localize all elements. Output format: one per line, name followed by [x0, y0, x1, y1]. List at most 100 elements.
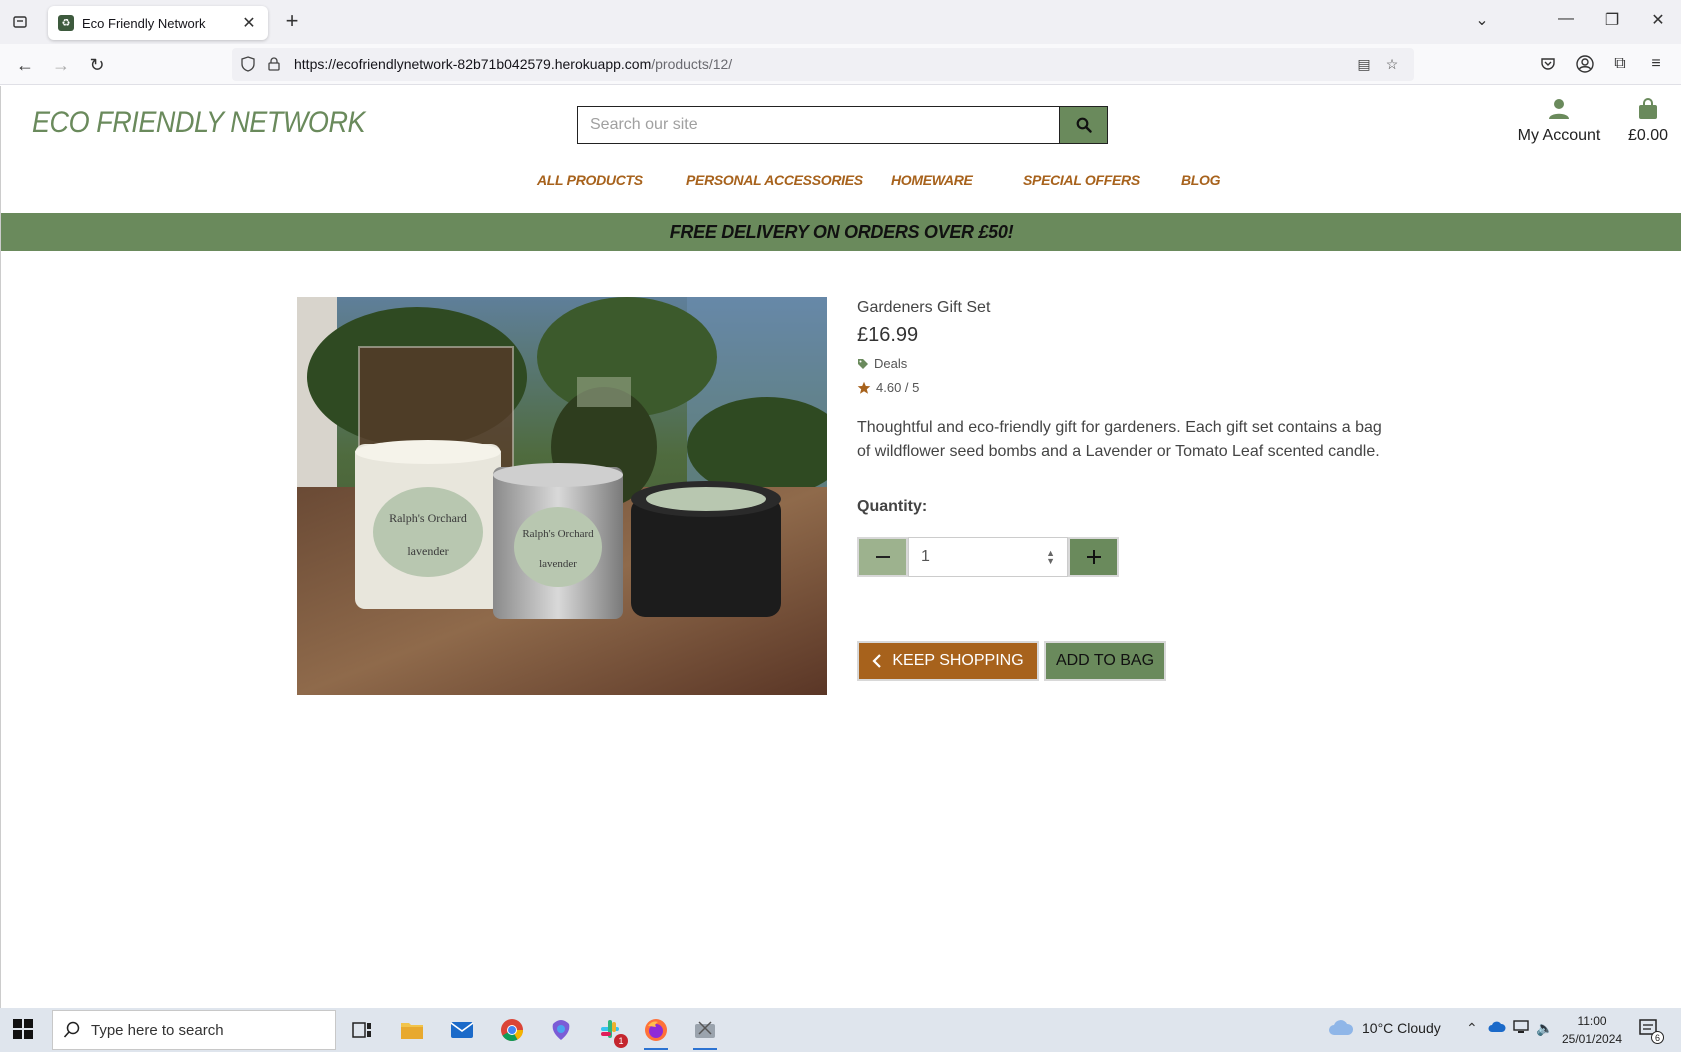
product-description: Thoughtful and eco-friendly gift for gar…	[857, 419, 1382, 460]
taskbar: Type here to search 1 10°C Cloudy ⌃ 🔈 11…	[0, 1008, 1681, 1052]
slack-badge: 1	[614, 1034, 628, 1048]
product-rating-label: 4.60 / 5	[876, 380, 920, 395]
slack-icon[interactable]: 1	[594, 1014, 628, 1048]
network-icon[interactable]	[1512, 1020, 1530, 1037]
back-icon[interactable]: ←	[12, 52, 38, 78]
tab-title: Eco Friendly Network	[82, 15, 206, 31]
chevron-left-icon	[872, 654, 882, 668]
taskbar-clock[interactable]: 11:00 25/01/2024	[1562, 1012, 1622, 1048]
firefox-icon[interactable]	[640, 1014, 672, 1050]
snipping-tool-icon[interactable]	[689, 1014, 721, 1050]
plus-icon	[1086, 550, 1101, 564]
candle-label-brand: Ralph's Orchard	[389, 511, 467, 525]
reload-icon[interactable]: ↻	[84, 52, 110, 78]
decrement-button[interactable]	[857, 537, 908, 577]
bag-total: £0.00	[1627, 127, 1669, 144]
quantity-stepper: 1 ▲ ▼	[857, 537, 1119, 577]
product-category[interactable]: Deals	[857, 356, 907, 371]
browser-tab[interactable]: ♻ Eco Friendly Network ✕	[48, 6, 268, 40]
site-search	[577, 106, 1108, 144]
file-explorer-icon[interactable]	[396, 1014, 428, 1046]
tin-label-brand: Ralph's Orchard	[522, 528, 594, 540]
notification-center-icon[interactable]: 6	[1638, 1018, 1664, 1044]
url-path: /products/12/	[651, 56, 733, 72]
windows-start-icon[interactable]	[12, 1018, 36, 1042]
delivery-banner: FREE DELIVERY ON ORDERS OVER £50!	[1, 213, 1681, 251]
nav-homeware[interactable]: HOMEWARE	[891, 172, 973, 188]
onedrive-sync-icon[interactable]	[1488, 1020, 1506, 1037]
pocket-icon[interactable]	[1536, 52, 1560, 76]
quantity-value: 1	[921, 548, 930, 565]
weather-text: 10°C Cloudy	[1362, 1020, 1441, 1036]
delivery-banner-text: FREE DELIVERY ON ORDERS OVER £50!	[669, 221, 1014, 242]
shopping-bag-link[interactable]: £0.00	[1623, 98, 1673, 145]
keep-shopping-button[interactable]: KEEP SHOPPING	[857, 641, 1039, 681]
list-all-tabs-icon[interactable]: ⌄	[1470, 10, 1494, 30]
browser-nav-bar: ← → ↻ https://ecofriendlynetwork-82b71b0…	[0, 44, 1681, 85]
add-to-bag-button[interactable]: ADD TO BAG	[1044, 641, 1166, 681]
keep-shopping-label: KEEP SHOPPING	[892, 652, 1024, 669]
clock-time: 11:00	[1577, 1014, 1607, 1028]
lock-icon[interactable]	[264, 54, 284, 74]
minus-icon	[875, 556, 890, 558]
tin-label-scent: lavender	[539, 558, 577, 570]
cloud-icon	[1329, 1020, 1354, 1035]
chrome-icon[interactable]	[496, 1014, 528, 1046]
my-account-link[interactable]: My Account	[1509, 98, 1609, 145]
site-favicon-icon: ♻	[58, 15, 74, 31]
product-rating: 4.60 / 5	[857, 380, 919, 395]
account-icon[interactable]	[1573, 52, 1597, 76]
bookmark-star-icon[interactable]: ☆	[1382, 54, 1402, 74]
star-icon	[857, 381, 871, 394]
task-view-icon[interactable]	[346, 1014, 378, 1046]
nav-blog[interactable]: BLOG	[1181, 172, 1221, 188]
volume-icon[interactable]: 🔈	[1536, 1020, 1553, 1037]
spinner-arrows-icon[interactable]: ▲ ▼	[1046, 549, 1055, 566]
url-text[interactable]: https://ecofriendlynetwork-82b71b042579.…	[294, 56, 732, 72]
tab-list-icon[interactable]	[8, 10, 32, 34]
copilot-icon[interactable]	[545, 1014, 577, 1046]
nav-all-products[interactable]: ALL PRODUCTS	[537, 172, 643, 188]
candle-label-scent: lavender	[407, 544, 448, 558]
reader-view-icon[interactable]: ▤	[1354, 54, 1374, 74]
shield-icon[interactable]	[238, 54, 258, 74]
extensions-icon[interactable]: ⧉	[1608, 52, 1632, 76]
taskbar-search-placeholder: Type here to search	[91, 1021, 224, 1039]
show-hidden-icons-icon[interactable]: ⌃	[1466, 1020, 1478, 1037]
tab-close-icon[interactable]: ✕	[240, 13, 258, 33]
shopping-bag-icon	[1639, 98, 1657, 119]
forward-icon[interactable]: →	[48, 52, 74, 78]
add-to-bag-label: ADD TO BAG	[1055, 652, 1155, 669]
increment-button[interactable]	[1068, 537, 1119, 577]
close-window-icon[interactable]: ✕	[1646, 10, 1670, 30]
menu-icon[interactable]: ≡	[1644, 52, 1668, 76]
taskbar-search[interactable]: Type here to search	[52, 1010, 336, 1050]
search-icon	[1076, 117, 1092, 133]
mail-icon[interactable]	[446, 1014, 478, 1046]
search-input[interactable]	[577, 106, 1059, 144]
minimize-icon[interactable]: —	[1554, 10, 1578, 28]
quantity-label: Quantity:	[857, 498, 928, 515]
url-host: https://ecofriendlynetwork-82b71b042579.…	[294, 56, 652, 72]
browser-tab-bar: ♻ Eco Friendly Network ✕ + ⌄ — ❐ ✕	[0, 0, 1681, 44]
weather-widget[interactable]: 10°C Cloudy	[1328, 1020, 1441, 1036]
web-page: ECO FRIENDLY NETWORK My Account £0.00 AL…	[0, 86, 1681, 1008]
restore-icon[interactable]: ❐	[1600, 10, 1624, 30]
tag-icon	[858, 358, 868, 369]
search-button[interactable]	[1059, 106, 1108, 144]
taskbar-search-icon	[63, 1021, 80, 1038]
product-name: Gardeners Gift Set	[857, 299, 991, 316]
quantity-input[interactable]: 1 ▲ ▼	[908, 537, 1068, 577]
my-account-label: My Account	[1517, 127, 1601, 144]
nav-personal-accessories[interactable]: PERSONAL ACCESSORIES	[686, 172, 863, 188]
url-bar[interactable]: https://ecofriendlynetwork-82b71b042579.…	[232, 48, 1414, 81]
site-logo[interactable]: ECO FRIENDLY NETWORK	[32, 106, 366, 140]
user-icon	[1549, 99, 1569, 119]
product-price: £16.99	[857, 324, 919, 346]
product-category-label: Deals	[874, 356, 908, 371]
main-navigation: ALL PRODUCTS PERSONAL ACCESSORIES HOMEWA…	[1, 172, 1681, 196]
clock-date: 25/01/2024	[1562, 1032, 1623, 1046]
nav-special-offers[interactable]: SPECIAL OFFERS	[1023, 172, 1140, 188]
new-tab-icon[interactable]: +	[280, 10, 304, 34]
product-image: Ralph's Orchard lavender Ralph's Orchard…	[297, 297, 827, 695]
